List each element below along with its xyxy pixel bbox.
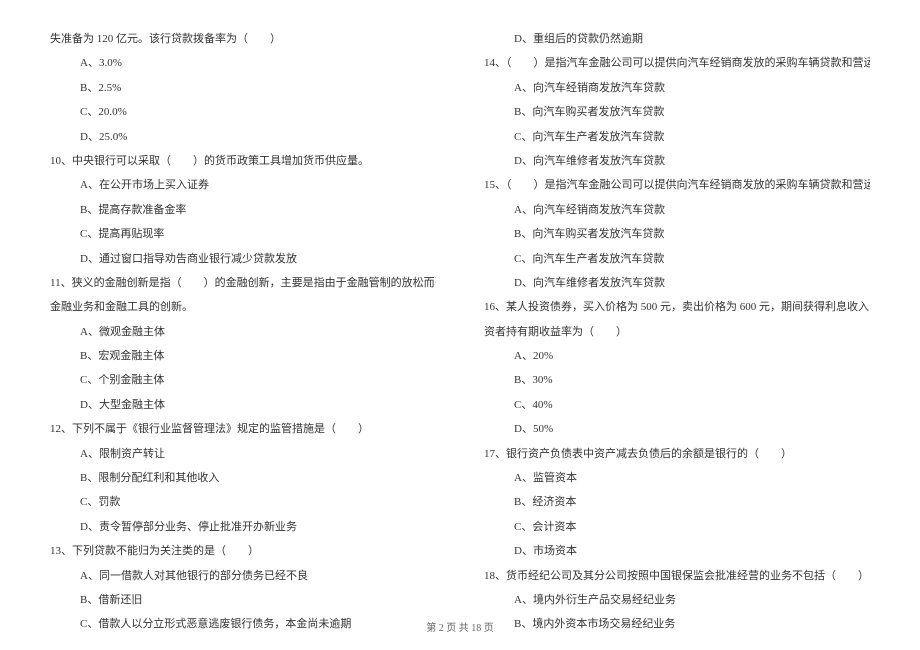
q14-option-c: C、向汽车生产者发放汽车贷款: [484, 130, 870, 145]
q11-stem-line2: 金融业务和金融工具的创新。: [50, 300, 436, 315]
q12-option-b: B、限制分配红利和其他收入: [50, 471, 436, 486]
q17-option-c: C、会计资本: [484, 520, 870, 535]
q11-option-b: B、宏观金融主体: [50, 349, 436, 364]
q12-option-c: C、罚款: [50, 495, 436, 510]
q11-option-c: C、个别金融主体: [50, 373, 436, 388]
q16-option-b: B、30%: [484, 373, 870, 388]
q9-option-c: C、20.0%: [50, 105, 436, 120]
q15-option-a: A、向汽车经销商发放汽车贷款: [484, 203, 870, 218]
q16-stem-line1: 16、某人投资债券，买入价格为 500 元，卖出价格为 600 元，期间获得利息…: [484, 300, 870, 315]
q12-option-d: D、责令暂停部分业务、停止批准开办新业务: [50, 520, 436, 535]
q10-option-a: A、在公开市场上买入证券: [50, 178, 436, 193]
q14-option-b: B、向汽车购买者发放汽车贷款: [484, 105, 870, 120]
q13-option-b: B、借新还旧: [50, 593, 436, 608]
q14-option-a: A、向汽车经销商发放汽车贷款: [484, 81, 870, 96]
q13-option-d: D、重组后的贷款仍然逾期: [484, 32, 870, 47]
q10-stem: 10、中央银行可以采取（ ）的货币政策工具增加货币供应量。: [50, 154, 436, 169]
q9-stem: 失准备为 120 亿元。该行贷款拨备率为（ ）: [50, 32, 436, 47]
page-footer: 第 2 页 共 18 页: [0, 622, 920, 636]
q9-option-d: D、25.0%: [50, 130, 436, 145]
q17-option-d: D、市场资本: [484, 544, 870, 559]
q17-option-b: B、经济资本: [484, 495, 870, 510]
q17-stem: 17、银行资产负债表中资产减去负债后的余额是银行的（ ）: [484, 447, 870, 462]
q10-option-b: B、提高存款准备金率: [50, 203, 436, 218]
q9-option-a: A、3.0%: [50, 56, 436, 71]
q11-option-d: D、大型金融主体: [50, 398, 436, 413]
q16-option-c: C、40%: [484, 398, 870, 413]
left-column: 失准备为 120 亿元。该行贷款拨备率为（ ） A、3.0% B、2.5% C、…: [50, 32, 436, 642]
q13-option-a: A、同一借款人对其他银行的部分债务已经不良: [50, 569, 436, 584]
right-column: D、重组后的贷款仍然逾期 14、（ ）是指汽车金融公司可以提供向汽车经销商发放的…: [484, 32, 870, 642]
q15-stem: 15、（ ）是指汽车金融公司可以提供向汽车经销商发放的采购车辆贷款和营运设备贷款…: [484, 178, 870, 193]
q13-stem: 13、下列贷款不能归为关注类的是（ ）: [50, 544, 436, 559]
q11-option-a: A、微观金融主体: [50, 325, 436, 340]
q16-option-d: D、50%: [484, 422, 870, 437]
q11-stem-line1: 11、狭义的金融创新是指（ ）的金融创新，主要是指由于金融管制的放松而引发的一系…: [50, 276, 436, 291]
q18-option-a: A、境内外衍生产品交易经纪业务: [484, 593, 870, 608]
q12-stem: 12、下列不属于《银行业监督管理法》规定的监管措施是（ ）: [50, 422, 436, 437]
q15-option-c: C、向汽车生产者发放汽车贷款: [484, 252, 870, 267]
q12-option-a: A、限制资产转让: [50, 447, 436, 462]
q14-option-d: D、向汽车维修者发放汽车贷款: [484, 154, 870, 169]
q10-option-d: D、通过窗口指导劝告商业银行减少贷款发放: [50, 252, 436, 267]
q10-option-c: C、提高再贴现率: [50, 227, 436, 242]
q15-option-d: D、向汽车维修者发放汽车贷款: [484, 276, 870, 291]
page-body: 失准备为 120 亿元。该行贷款拨备率为（ ） A、3.0% B、2.5% C、…: [50, 32, 870, 642]
q9-option-b: B、2.5%: [50, 81, 436, 96]
q15-option-b: B、向汽车购买者发放汽车贷款: [484, 227, 870, 242]
q16-stem-line2: 资者持有期收益率为（ ）: [484, 325, 870, 340]
q18-stem: 18、货币经纪公司及其分公司按照中国银保监会批准经营的业务不包括（ ）: [484, 569, 870, 584]
q14-stem: 14、（ ）是指汽车金融公司可以提供向汽车经销商发放的采购车辆贷款和营运设备贷款…: [484, 56, 870, 71]
q16-option-a: A、20%: [484, 349, 870, 364]
q17-option-a: A、监管资本: [484, 471, 870, 486]
